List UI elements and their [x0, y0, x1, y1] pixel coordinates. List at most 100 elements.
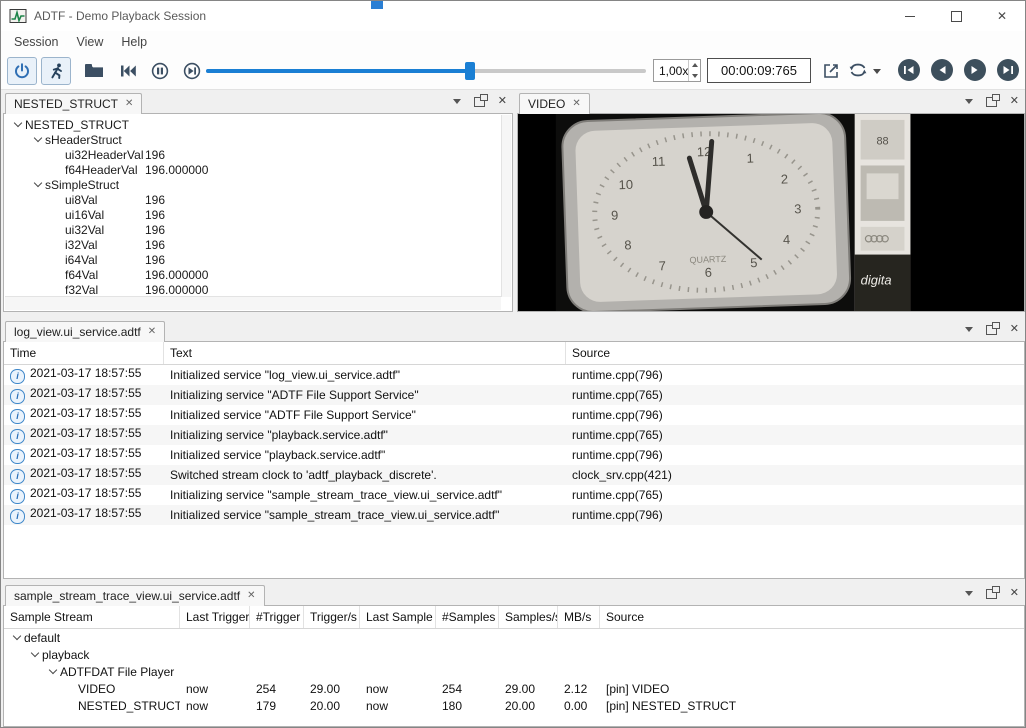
- trace-cell: 29.00: [304, 682, 360, 696]
- pause-button[interactable]: [145, 57, 175, 85]
- trace-col-trigger-s[interactable]: Trigger/s: [304, 606, 360, 628]
- trace-col-stream[interactable]: Sample Stream: [4, 606, 180, 628]
- trace-row-playback[interactable]: playback: [4, 646, 1024, 663]
- log-row[interactable]: i2021-03-17 18:57:55Initializing service…: [4, 485, 1024, 505]
- vertical-scrollbar[interactable]: [501, 115, 511, 297]
- tree-item-ui32HeaderVal[interactable]: ui32HeaderVal196: [5, 147, 501, 162]
- panel-menu-icon[interactable]: [965, 327, 973, 332]
- trace-cell: [pin] VIDEO: [600, 682, 1024, 696]
- tab-nested-struct[interactable]: NESTED_STRUCT ✕: [5, 93, 142, 114]
- expander-icon[interactable]: [46, 665, 60, 679]
- log-text: Initialized service "log_view.ui_service…: [164, 368, 566, 382]
- tree-item-f64Val[interactable]: f64Val196.000000: [5, 267, 501, 282]
- log-row[interactable]: i2021-03-17 18:57:55Initializing service…: [4, 385, 1024, 405]
- trace-col-num-samples[interactable]: #Samples: [436, 606, 499, 628]
- menu-help[interactable]: Help: [112, 33, 156, 51]
- tab-video[interactable]: VIDEO ✕: [519, 93, 590, 114]
- tree-item-ui32Val[interactable]: ui32Val196: [5, 222, 501, 237]
- tab-log[interactable]: log_view.ui_service.adtf ✕: [5, 321, 165, 342]
- app-icon: [9, 7, 27, 25]
- trace-row-default[interactable]: default: [4, 629, 1024, 646]
- log-row[interactable]: i2021-03-17 18:57:55Initialized service …: [4, 445, 1024, 465]
- trace-row-VIDEO[interactable]: VIDEOnow25429.00now25429.002.12[pin] VID…: [4, 680, 1024, 697]
- log-col-source[interactable]: Source: [566, 342, 1024, 364]
- indent-spacer: [51, 268, 65, 282]
- log-row[interactable]: i2021-03-17 18:57:55Switched stream cloc…: [4, 465, 1024, 485]
- marker-prev-icon: [931, 59, 953, 81]
- log-row[interactable]: i2021-03-17 18:57:55Initializing service…: [4, 425, 1024, 445]
- spin-up-button[interactable]: [689, 60, 700, 71]
- log-text: Initializing service "ADTF File Support …: [164, 388, 566, 402]
- trace-col-samples-s[interactable]: Samples/s: [499, 606, 558, 628]
- trace-col-num-trigger[interactable]: #Trigger: [250, 606, 304, 628]
- panel-float-icon[interactable]: [986, 325, 997, 335]
- tree-item-f64HeaderVal[interactable]: f64HeaderVal196.000000: [5, 162, 501, 177]
- clock-numeral: 11: [652, 154, 666, 169]
- expander-icon[interactable]: [28, 648, 42, 662]
- panel-menu-icon[interactable]: [965, 99, 973, 104]
- tree-item-sSimpleStruct[interactable]: sSimpleStruct: [5, 177, 501, 192]
- minimize-button[interactable]: [887, 1, 933, 31]
- tab-trace[interactable]: sample_stream_trace_view.ui_service.adtf…: [5, 585, 265, 606]
- tab-close-icon[interactable]: ✕: [247, 591, 255, 601]
- tree-item-i64Val[interactable]: i64Val196: [5, 252, 501, 267]
- panel-float-icon[interactable]: [986, 589, 997, 599]
- timeline-slider[interactable]: [206, 61, 646, 81]
- tree-item-ui8Val[interactable]: ui8Val196: [5, 192, 501, 207]
- tree-item-label: sSimpleStruct: [45, 178, 119, 192]
- menu-view[interactable]: View: [67, 33, 112, 51]
- close-button[interactable]: ✕: [979, 1, 1025, 31]
- panel-float-icon[interactable]: [986, 97, 997, 107]
- log-col-time[interactable]: Time: [4, 342, 164, 364]
- horizontal-scrollbar[interactable]: [5, 296, 501, 310]
- maximize-button[interactable]: [933, 1, 979, 31]
- marker-prev-button[interactable]: [931, 59, 953, 81]
- marker-last-button[interactable]: [997, 59, 1019, 81]
- loop-button[interactable]: [847, 61, 869, 79]
- marker-next-button[interactable]: [964, 59, 986, 81]
- tab-close-icon[interactable]: ✕: [148, 327, 156, 337]
- log-row[interactable]: i2021-03-17 18:57:55Initialized service …: [4, 405, 1024, 425]
- skip-start-button[interactable]: [113, 57, 143, 85]
- tree-item-sHeaderStruct[interactable]: sHeaderStruct: [5, 132, 501, 147]
- tab-close-icon[interactable]: ✕: [572, 99, 580, 109]
- log-row[interactable]: i2021-03-17 18:57:55Initialized service …: [4, 365, 1024, 385]
- open-file-button[interactable]: [79, 57, 109, 85]
- panel-menu-icon[interactable]: [965, 591, 973, 596]
- tree-item-f32Val[interactable]: f32Val196.000000: [5, 282, 501, 297]
- trace-col-last-trigger[interactable]: Last Trigger: [180, 606, 250, 628]
- expander-icon[interactable]: [31, 133, 45, 147]
- log-row[interactable]: i2021-03-17 18:57:55Initialized service …: [4, 505, 1024, 525]
- trace-row-NESTED_STRUCT[interactable]: NESTED_STRUCTnow17920.00now18020.000.00[…: [4, 697, 1024, 714]
- trace-col-mbs[interactable]: MB/s: [558, 606, 600, 628]
- loop-dropdown-caret[interactable]: [873, 69, 881, 74]
- expander-icon[interactable]: [10, 631, 24, 645]
- menu-session[interactable]: Session: [5, 33, 67, 51]
- log-text: Switched stream clock to 'adtf_playback_…: [164, 468, 566, 482]
- tree-item-NESTED_STRUCT[interactable]: NESTED_STRUCT: [5, 117, 501, 132]
- panel-close-icon[interactable]: ✕: [1010, 324, 1019, 335]
- speed-spinbox[interactable]: 1,00x: [653, 59, 701, 82]
- detach-button[interactable]: [821, 61, 841, 81]
- trace-col-source[interactable]: Source: [600, 606, 1024, 628]
- trace-col-last-sample[interactable]: Last Sample: [360, 606, 436, 628]
- expander-icon[interactable]: [31, 178, 45, 192]
- panel-close-icon[interactable]: ✕: [498, 96, 507, 107]
- panel-menu-icon[interactable]: [453, 99, 461, 104]
- tree-item-ui16Val[interactable]: ui16Val196: [5, 207, 501, 222]
- slider-handle[interactable]: [465, 62, 475, 80]
- expander-icon[interactable]: [11, 118, 25, 132]
- spin-down-button[interactable]: [689, 71, 700, 82]
- log-col-text[interactable]: Text: [164, 342, 566, 364]
- tab-close-icon[interactable]: ✕: [125, 99, 133, 109]
- skip-end-button[interactable]: [177, 57, 207, 85]
- run-toggle-button[interactable]: [41, 57, 71, 85]
- panel-float-icon[interactable]: [474, 97, 485, 107]
- trace-row-ADTFDAT File Player[interactable]: ADTFDAT File Player: [4, 663, 1024, 680]
- panel-close-icon[interactable]: ✕: [1010, 96, 1019, 107]
- power-toggle-button[interactable]: [7, 57, 37, 85]
- panel-close-icon[interactable]: ✕: [1010, 588, 1019, 599]
- time-display[interactable]: 00:00:09:765: [707, 58, 811, 83]
- marker-first-button[interactable]: [898, 59, 920, 81]
- tree-item-i32Val[interactable]: i32Val196: [5, 237, 501, 252]
